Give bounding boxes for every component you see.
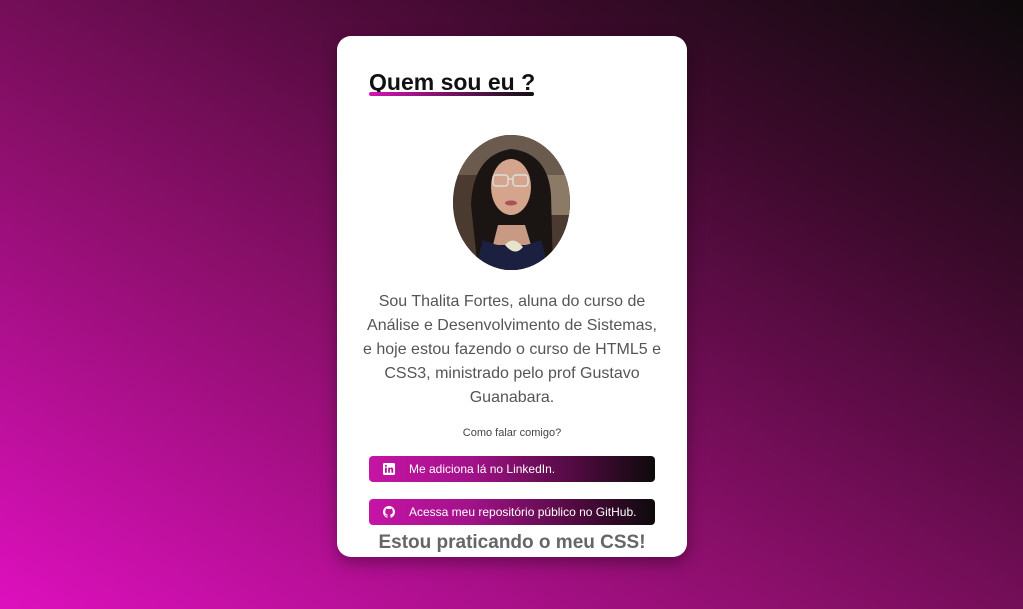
title-underline: [369, 92, 534, 96]
linkedin-icon: [383, 463, 395, 475]
bio-text: Sou Thalita Fortes, aluna do curso de An…: [363, 293, 661, 406]
profile-card: Quem sou eu ? Sou Thalita Fortes, aluna …: [337, 36, 687, 557]
avatar: [453, 135, 570, 270]
linkedin-link-button[interactable]: Me adiciona lá no LinkedIn.: [369, 456, 655, 482]
footer-text: Estou praticando o meu CSS!: [378, 532, 646, 553]
linkedin-link-label: Me adiciona lá no LinkedIn.: [409, 462, 556, 476]
github-icon: [383, 506, 395, 518]
title-wrapper: Quem sou eu ?: [369, 68, 535, 96]
github-link-label: Acessa meu repositório público no GitHub…: [409, 505, 637, 519]
avatar-photo: [453, 135, 570, 270]
github-link-button[interactable]: Acessa meu repositório público no GitHub…: [369, 499, 655, 525]
contact-label: Como falar comigo?: [462, 427, 562, 439]
